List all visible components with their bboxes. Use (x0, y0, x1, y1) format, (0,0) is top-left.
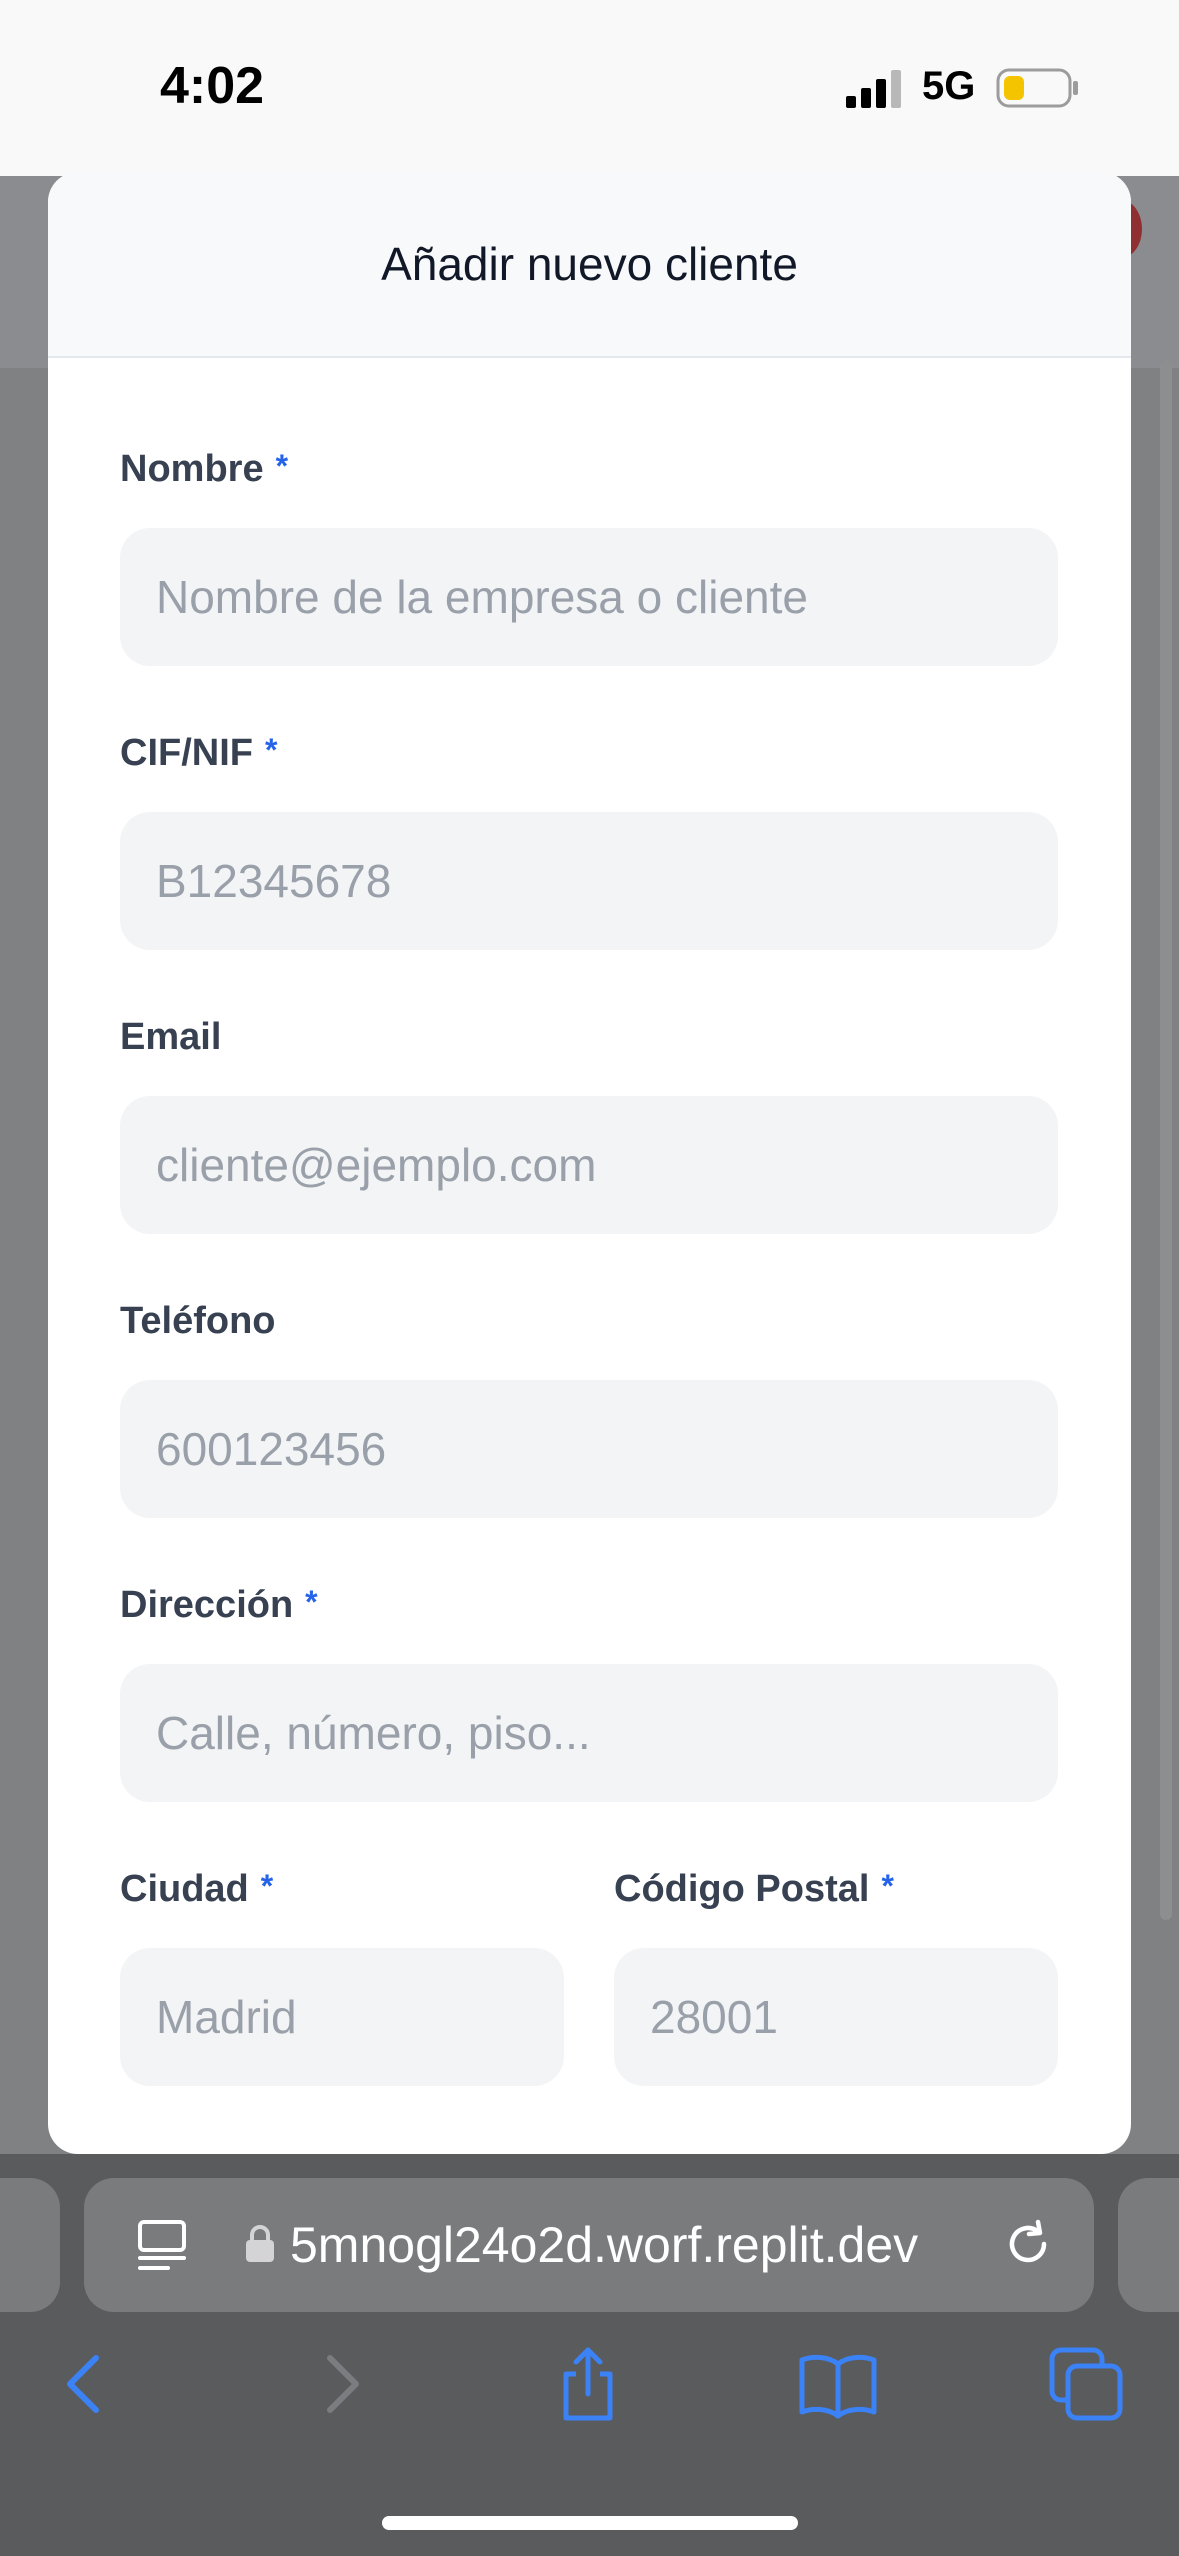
email-label-text: Email (120, 1016, 222, 1058)
nombre-label-text: Nombre (120, 448, 264, 490)
ciudad-input[interactable] (120, 1948, 564, 2086)
email-input[interactable] (120, 1096, 1058, 1234)
modal-title: Añadir nuevo cliente (381, 238, 798, 290)
signal-icon (846, 70, 901, 108)
reader-mode-icon[interactable] (136, 2218, 188, 2274)
network-type: 5G (922, 64, 976, 108)
required-mark: * (305, 1584, 318, 1620)
nombre-label: Nombre * (120, 448, 288, 491)
status-bar: 4:02 5G (0, 0, 1179, 176)
codigo-postal-input[interactable] (614, 1948, 1058, 2086)
telefono-label: Teléfono (120, 1300, 276, 1343)
tabs-icon[interactable] (1046, 2344, 1126, 2424)
bookmarks-icon[interactable] (798, 2344, 878, 2424)
next-tab-preview[interactable] (1118, 2178, 1179, 2312)
nombre-input[interactable] (120, 528, 1058, 666)
required-mark: * (275, 448, 289, 484)
ciudad-label: Ciudad * (120, 1868, 273, 1911)
direccion-label: Dirección * (120, 1584, 318, 1627)
browser-chrome: 5mnogl24o2d.worf.replit.dev (0, 2154, 1179, 2556)
email-label: Email (120, 1016, 221, 1059)
cif-input[interactable] (120, 812, 1058, 950)
previous-tab-preview[interactable] (0, 2178, 60, 2312)
required-mark: * (264, 732, 278, 768)
modal-header: Añadir nuevo cliente (48, 172, 1131, 358)
direccion-input[interactable] (120, 1664, 1058, 1802)
codigo-postal-label: Código Postal * (614, 1868, 894, 1911)
battery-icon (996, 68, 1078, 108)
ciudad-label-text: Ciudad (120, 1868, 249, 1910)
status-time: 4:02 (160, 57, 265, 115)
direccion-label-text: Dirección (120, 1584, 294, 1626)
address-bar[interactable]: 5mnogl24o2d.worf.replit.dev (84, 2178, 1094, 2312)
cif-label-text: CIF/NIF (120, 732, 253, 774)
add-client-modal: Añadir nuevo cliente Nombre * CIF/NIF * Em… (48, 172, 1131, 2154)
home-indicator (382, 2516, 798, 2530)
codigo-postal-label-text: Código Postal (614, 1868, 870, 1910)
url-text[interactable]: 5mnogl24o2d.worf.replit.dev (290, 2216, 918, 2274)
lock-icon (246, 2225, 274, 2262)
back-icon[interactable] (46, 2344, 126, 2424)
telefono-label-text: Teléfono (120, 1300, 276, 1342)
cif-label: CIF/NIF * (120, 732, 277, 775)
required-mark: * (260, 1868, 274, 1904)
background-scroll-track (1160, 360, 1172, 1920)
forward-icon[interactable] (300, 2344, 380, 2424)
telefono-input[interactable] (120, 1380, 1058, 1518)
share-icon[interactable] (548, 2344, 628, 2424)
reload-icon[interactable] (1000, 2216, 1056, 2272)
required-mark: * (881, 1868, 894, 1904)
